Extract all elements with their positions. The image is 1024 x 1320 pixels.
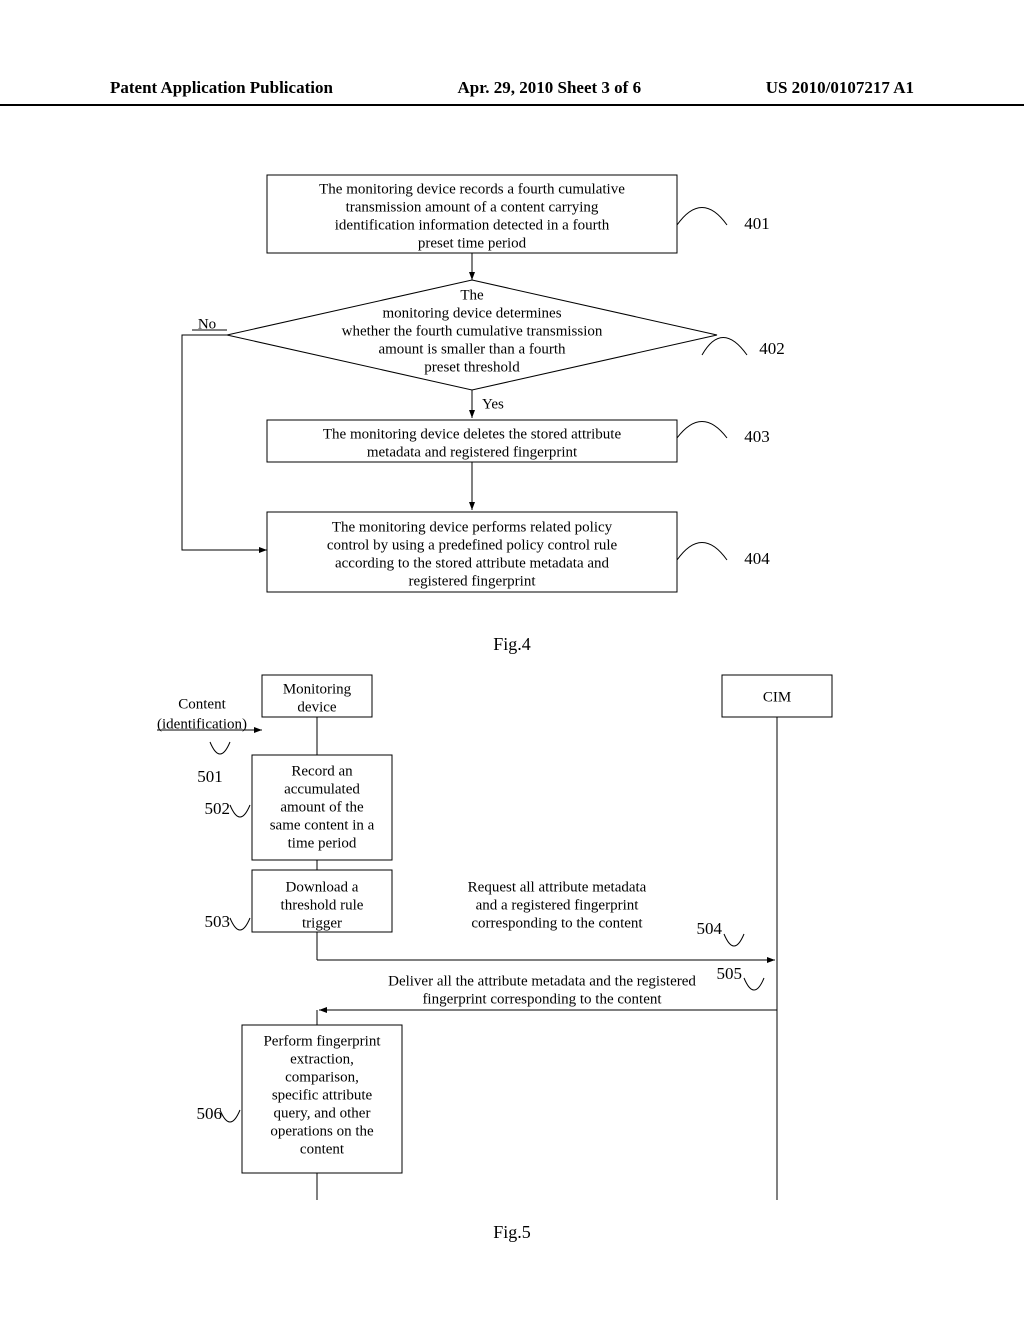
ref-501: 501 bbox=[197, 767, 223, 786]
ref-505: 505 bbox=[717, 964, 743, 983]
dec-line4: amount is smaller than a fourth bbox=[378, 341, 566, 357]
step505-l2: fingerprint corresponding to the content bbox=[422, 991, 662, 1007]
step503-l2: threshold rule bbox=[281, 897, 364, 913]
step504-l1: Request all attribute metadata bbox=[468, 879, 647, 895]
step502-l4: same content in a bbox=[270, 817, 375, 833]
ref-506: 506 bbox=[197, 1104, 223, 1123]
dec-line5: preset threshold bbox=[424, 359, 520, 375]
step506-l1: Perform fingerprint bbox=[263, 1033, 381, 1049]
ref-404: 404 bbox=[744, 549, 770, 568]
step506-l3: comparison, bbox=[285, 1069, 359, 1085]
flow-box-401-line4: preset time period bbox=[418, 235, 527, 251]
step502-l5: time period bbox=[288, 835, 357, 851]
flow-box-401-line3: identification information detected in a… bbox=[335, 217, 610, 233]
flow-box-404-line3: according to the stored attribute metada… bbox=[335, 555, 610, 571]
figure-5: Monitoring device CIM Content (identific… bbox=[0, 670, 1024, 1243]
content-label: Content bbox=[178, 696, 226, 712]
step503-l1: Download a bbox=[286, 879, 359, 895]
step506-l2: extraction, bbox=[290, 1051, 354, 1067]
dec-line1: The bbox=[460, 287, 484, 303]
header-left: Patent Application Publication bbox=[110, 78, 333, 98]
step506-l5: query, and other bbox=[274, 1105, 371, 1121]
actor-cim-label: CIM bbox=[763, 689, 791, 705]
step506-l7: content bbox=[300, 1141, 345, 1157]
step505-l1: Deliver all the attribute metadata and t… bbox=[388, 973, 696, 989]
step502-l2: accumulated bbox=[284, 781, 360, 797]
ref-403: 403 bbox=[744, 427, 770, 446]
dec-line3: whether the fourth cumulative transmissi… bbox=[342, 323, 603, 339]
flow-box-404-line2: control by using a predefined policy con… bbox=[327, 537, 618, 553]
flow-box-404-line4: registered fingerprint bbox=[408, 573, 536, 589]
flow-box-401-line2: transmission amount of a content carryin… bbox=[346, 199, 599, 215]
label-yes: Yes bbox=[482, 396, 504, 412]
ref-402: 402 bbox=[759, 339, 785, 358]
step504-l2: and a registered fingerprint bbox=[476, 897, 640, 913]
dec-line2: monitoring device determines bbox=[382, 305, 561, 321]
flow-box-401-line1: The monitoring device records a fourth c… bbox=[319, 181, 625, 197]
step503-l3: trigger bbox=[302, 915, 342, 931]
page-header: Patent Application Publication Apr. 29, … bbox=[0, 78, 1024, 106]
step502-l1: Record an bbox=[291, 763, 353, 779]
ref-502: 502 bbox=[205, 799, 231, 818]
step502-l3: amount of the bbox=[280, 799, 364, 815]
ref-503: 503 bbox=[205, 912, 231, 931]
figure-4-caption: Fig.4 bbox=[0, 634, 1024, 655]
ref-504: 504 bbox=[697, 919, 723, 938]
step504-l3: corresponding to the content bbox=[471, 915, 643, 931]
step506-l6: operations on the bbox=[270, 1123, 374, 1139]
figure-5-caption: Fig.5 bbox=[0, 1222, 1024, 1243]
actor-md-line1: Monitoring bbox=[283, 681, 352, 697]
figure-4: The monitoring device records a fourth c… bbox=[0, 170, 1024, 655]
actor-md-line2: device bbox=[297, 699, 336, 715]
step506-l4: specific attribute bbox=[272, 1087, 373, 1103]
ref-401: 401 bbox=[744, 214, 770, 233]
flow-box-403-line2: metadata and registered fingerprint bbox=[367, 444, 578, 460]
header-right: US 2010/0107217 A1 bbox=[766, 78, 914, 98]
header-center: Apr. 29, 2010 Sheet 3 of 6 bbox=[458, 78, 642, 98]
flow-box-403-line1: The monitoring device deletes the stored… bbox=[323, 426, 622, 442]
flow-box-404-line1: The monitoring device performs related p… bbox=[332, 519, 613, 535]
